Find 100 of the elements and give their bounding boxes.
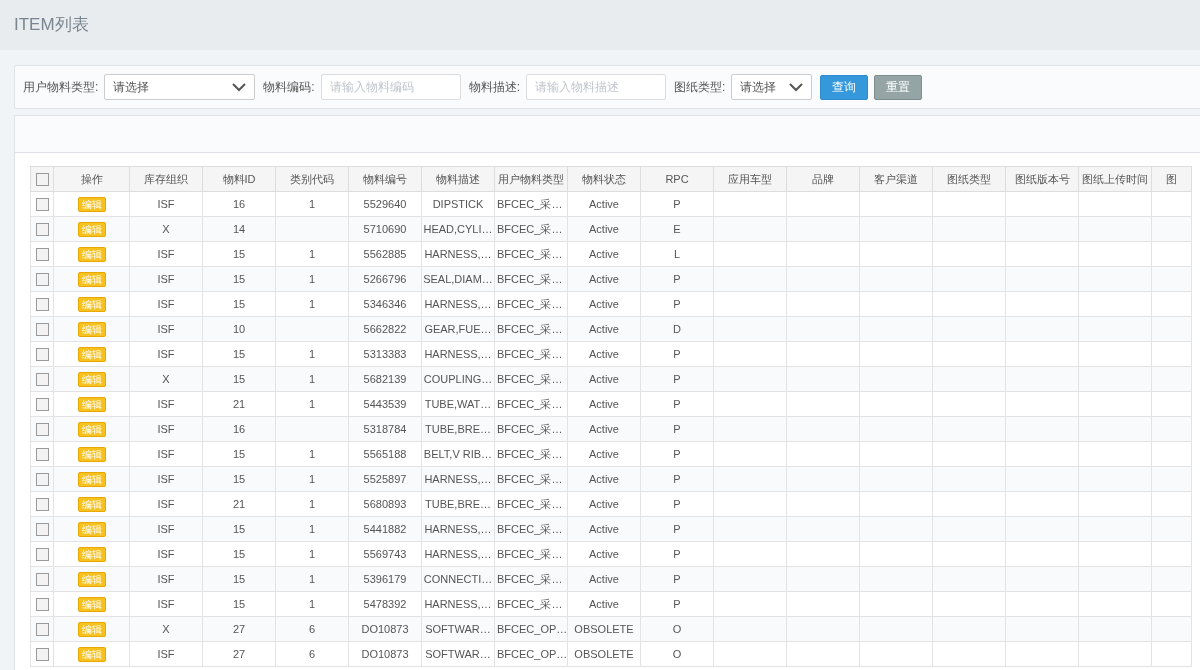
table-cell: 5710690 xyxy=(348,216,422,242)
table-cell: P xyxy=(640,291,714,317)
filter-label: 物料描述: xyxy=(468,79,521,96)
table-cell: CONNECTI… xyxy=(421,566,495,592)
checkbox[interactable] xyxy=(35,248,49,262)
select-field[interactable]: 请选择 xyxy=(104,74,256,100)
edit-button[interactable]: 编辑 xyxy=(77,221,106,237)
table-cell: 5443539 xyxy=(348,391,422,417)
table-cell: 15 xyxy=(202,291,276,317)
edit-button[interactable]: 编辑 xyxy=(77,646,106,662)
table-cell: BFCEC_OP… xyxy=(494,641,568,667)
table-cell: X xyxy=(129,616,203,642)
edit-button[interactable]: 编辑 xyxy=(77,296,106,312)
table-cell: P xyxy=(640,466,714,492)
edit-button[interactable]: 编辑 xyxy=(77,446,106,462)
checkbox[interactable] xyxy=(35,448,49,462)
table-cell: BFCEC_OP… xyxy=(494,616,568,642)
table-cell: 1 xyxy=(275,241,349,267)
table-cell: HARNESS,… xyxy=(421,241,495,267)
table-cell: ISF xyxy=(129,591,203,617)
table-cell: 5346346 xyxy=(348,291,422,317)
checkbox[interactable] xyxy=(35,273,49,287)
checkbox[interactable] xyxy=(35,423,49,437)
table-cell: 1 xyxy=(275,466,349,492)
checkbox[interactable] xyxy=(35,348,49,362)
table-cell: BFCEC_采… xyxy=(494,316,568,342)
table-cell: SEAL,DIAM… xyxy=(421,266,495,292)
table-cell: P xyxy=(640,541,714,567)
column-header: 物料描述 xyxy=(421,166,495,192)
table-cell: ISF xyxy=(129,466,203,492)
table-cell: BFCEC_采… xyxy=(494,366,568,392)
table-cell: SOFTWAR… xyxy=(421,641,495,667)
checkbox[interactable] xyxy=(35,373,49,387)
table-cell: HARNESS,… xyxy=(421,591,495,617)
table-cell: 14 xyxy=(202,216,276,242)
column-header: 图纸上传时间 xyxy=(1078,166,1152,192)
table-cell: 6 xyxy=(275,641,349,667)
checkbox[interactable] xyxy=(35,498,49,512)
table-cell: Active xyxy=(567,516,641,542)
checkbox[interactable] xyxy=(35,473,49,487)
checkbox[interactable] xyxy=(35,623,49,637)
table-cell: 5562885 xyxy=(348,241,422,267)
checkbox[interactable] xyxy=(35,573,49,587)
table-cell: 10 xyxy=(202,316,276,342)
checkbox[interactable] xyxy=(35,323,49,337)
table-cell: 5313383 xyxy=(348,341,422,367)
chevron-down-icon xyxy=(789,82,804,92)
input-field[interactable]: 请输入物料描述 xyxy=(526,74,667,100)
table-cell: ISF xyxy=(129,516,203,542)
edit-button[interactable]: 编辑 xyxy=(77,346,106,362)
table-cell: HARNESS,… xyxy=(421,516,495,542)
reset-button[interactable]: 重置 xyxy=(874,74,923,100)
table-cell: Active xyxy=(567,216,641,242)
table-cell: HARNESS,… xyxy=(421,291,495,317)
checkbox[interactable] xyxy=(35,648,49,662)
edit-button[interactable]: 编辑 xyxy=(77,471,106,487)
table-cell: HARNESS,… xyxy=(421,541,495,567)
edit-button[interactable]: 编辑 xyxy=(77,571,106,587)
checkbox[interactable] xyxy=(35,298,49,312)
table-cell: OBSOLETE xyxy=(567,616,641,642)
checkbox[interactable] xyxy=(35,523,49,537)
table-cell: BFCEC_采… xyxy=(494,241,568,267)
table-cell: 1 xyxy=(275,266,349,292)
edit-button[interactable]: 编辑 xyxy=(77,196,106,212)
edit-button[interactable]: 编辑 xyxy=(77,321,106,337)
edit-button[interactable]: 编辑 xyxy=(77,371,106,387)
table-cell: P xyxy=(640,491,714,517)
table-cell: ISF xyxy=(129,641,203,667)
table-cell: Active xyxy=(567,191,641,217)
search-button[interactable]: 查询 xyxy=(820,74,869,100)
table-cell: 1 xyxy=(275,541,349,567)
table-cell: ISF xyxy=(129,266,203,292)
checkbox[interactable] xyxy=(35,398,49,412)
edit-button[interactable]: 编辑 xyxy=(77,521,106,537)
select-field[interactable]: 请选择 xyxy=(731,74,813,100)
table-cell: Active xyxy=(567,341,641,367)
chevron-down-icon xyxy=(232,82,247,92)
checkbox[interactable] xyxy=(35,198,49,212)
edit-button[interactable]: 编辑 xyxy=(77,621,106,637)
column-header: RPC xyxy=(640,166,714,192)
table-cell: 5318784 xyxy=(348,416,422,442)
checkbox[interactable] xyxy=(35,223,49,237)
table-cell: 5662822 xyxy=(348,316,422,342)
checkbox[interactable] xyxy=(35,548,49,562)
edit-button[interactable]: 编辑 xyxy=(77,496,106,512)
filter-label: 物料编码: xyxy=(263,79,315,96)
edit-button[interactable]: 编辑 xyxy=(77,271,106,287)
edit-button[interactable]: 编辑 xyxy=(77,246,106,262)
table-cell: BFCEC_采… xyxy=(494,566,568,592)
edit-button[interactable]: 编辑 xyxy=(77,421,106,437)
table-cell: P xyxy=(640,516,714,542)
edit-button[interactable]: 编辑 xyxy=(77,596,106,612)
edit-button[interactable]: 编辑 xyxy=(77,396,106,412)
edit-button[interactable]: 编辑 xyxy=(77,546,106,562)
table-cell: 15 xyxy=(202,566,276,592)
column-header: 品牌 xyxy=(786,166,860,192)
checkbox[interactable] xyxy=(35,598,49,612)
checkbox[interactable] xyxy=(35,173,49,187)
table-cell: ISF xyxy=(129,566,203,592)
table-cell: GEAR,FUE… xyxy=(421,316,495,342)
